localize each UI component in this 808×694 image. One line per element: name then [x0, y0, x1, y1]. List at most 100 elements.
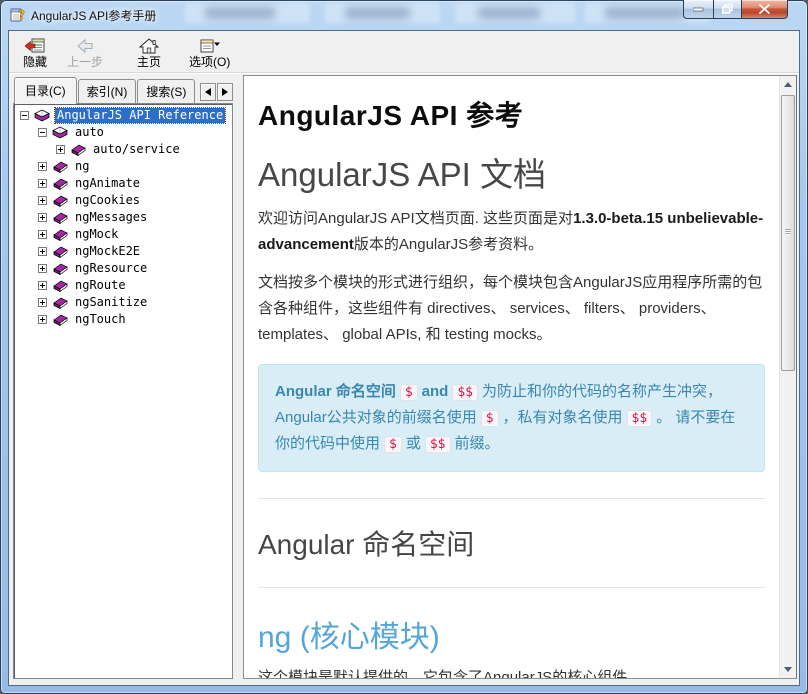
book-closed-icon — [52, 211, 68, 224]
tab-scroll-right-button[interactable] — [217, 83, 233, 101]
book-closed-icon — [52, 177, 68, 190]
book-closed-icon — [52, 313, 68, 326]
home-button-label: 主页 — [137, 55, 161, 69]
tree-item-label: ngSanitize — [73, 295, 149, 310]
tab-contents[interactable]: 目录(C) — [14, 77, 77, 104]
tree-item-auto-service[interactable]: auto/service — [14, 141, 232, 158]
close-icon — [759, 4, 770, 14]
tree-item-ngcookies[interactable]: ngCookies — [14, 192, 232, 209]
code-dollar: $ — [400, 384, 418, 401]
expand-icon[interactable] — [38, 162, 47, 171]
nav-tabbar: 目录(C) 索引(N) 搜索(S) — [11, 75, 235, 103]
tree-indent — [14, 183, 38, 184]
toolbar: 隐藏 上一步 主页 — [9, 31, 799, 73]
scroll-down-button[interactable] — [780, 661, 796, 678]
hide-button[interactable]: 隐藏 — [13, 34, 57, 72]
tree-indent — [14, 285, 38, 286]
document-page: AngularJS API 参考 AngularJS API 文档 欢迎访问An… — [244, 76, 779, 678]
expand-icon[interactable] — [38, 247, 47, 256]
tree-indent — [14, 234, 38, 235]
scrollbar-thumb[interactable] — [781, 95, 795, 371]
book-closed-icon — [52, 194, 68, 207]
expand-icon[interactable] — [56, 145, 65, 154]
scroll-up-button[interactable] — [780, 76, 796, 93]
background-tab-text-blur — [478, 7, 540, 19]
book-closed-icon — [52, 160, 68, 173]
tree-item-ngmock[interactable]: ngMock — [14, 226, 232, 243]
background-tab-text-blur — [205, 7, 275, 19]
book-closed-icon — [52, 245, 68, 258]
tree-item-ng[interactable]: ng — [14, 158, 232, 175]
minimize-icon — [693, 7, 704, 12]
expand-icon[interactable] — [38, 315, 47, 324]
tree-item-label: AngularJS API Reference — [55, 108, 225, 123]
ng-module-heading[interactable]: ng (核心模块) — [258, 612, 765, 656]
expand-icon[interactable] — [38, 230, 47, 239]
restore-button[interactable] — [713, 0, 742, 19]
chm-help-icon: ? — [10, 7, 26, 23]
expand-icon[interactable] — [38, 213, 47, 222]
tree-indent — [14, 251, 38, 252]
home-icon — [139, 38, 159, 54]
book-open-icon — [34, 109, 50, 122]
scrollbar-grip — [785, 229, 791, 235]
home-button[interactable]: 主页 — [127, 34, 171, 72]
infobox-text: ，私有对象名使用 — [503, 409, 623, 426]
title-bar[interactable]: ? AngularJS API参考手册 — [0, 0, 808, 30]
tree-indent — [14, 319, 38, 320]
collapse-icon[interactable] — [20, 111, 29, 120]
tab-search-label: 搜索(S) — [146, 85, 186, 99]
intro-text: 欢迎访问AngularJS API文档页面. 这些页面是对 — [258, 210, 573, 227]
client-area: 隐藏 上一步 主页 — [8, 30, 800, 686]
tree-item-ngroute[interactable]: ngRoute — [14, 277, 232, 294]
tree-indent — [14, 268, 38, 269]
expand-icon[interactable] — [38, 196, 47, 205]
tree-item-label: ngAnimate — [73, 176, 142, 191]
infobox-text: and — [422, 383, 449, 400]
hide-button-label: 隐藏 — [23, 55, 47, 69]
tree-item-ngmessages[interactable]: ngMessages — [14, 209, 232, 226]
infobox-text: 前缀。 — [455, 435, 500, 452]
divider — [258, 587, 765, 588]
background-tab-text-blur — [345, 7, 410, 19]
tree-item-label: ngMessages — [73, 210, 149, 225]
tab-scroll-left-button[interactable] — [200, 83, 216, 101]
collapse-icon[interactable] — [38, 128, 47, 137]
code-dollar: $ — [384, 436, 402, 453]
scroll-up-icon — [784, 82, 792, 87]
tab-index[interactable]: 索引(N) — [78, 79, 137, 103]
expand-icon[interactable] — [38, 179, 47, 188]
book-closed-icon — [70, 143, 86, 156]
expand-icon[interactable] — [38, 264, 47, 273]
tree-item-ngtouch[interactable]: ngTouch — [14, 311, 232, 328]
tree-indent — [14, 132, 38, 133]
tree-item-angularjs-api-reference[interactable]: AngularJS API Reference — [14, 107, 232, 124]
tree-item-label: ngRoute — [73, 278, 128, 293]
page-title: AngularJS API 参考 — [258, 94, 765, 134]
divider — [258, 498, 765, 499]
close-button[interactable] — [742, 0, 788, 19]
hide-panel-icon — [25, 38, 45, 54]
expand-icon[interactable] — [38, 281, 47, 290]
tree-item-nganimate[interactable]: ngAnimate — [14, 175, 232, 192]
modules-paragraph: 文档按多个模块的形式进行组织，每个模块包含AngularJS应用程序所需的包含各… — [258, 270, 765, 348]
tab-search[interactable]: 搜索(S) — [137, 79, 195, 103]
help-viewer-window: ? AngularJS API参考手册 — [0, 0, 808, 694]
back-arrow-icon — [75, 38, 95, 54]
window-controls — [683, 0, 788, 19]
back-button[interactable]: 上一步 — [57, 34, 113, 72]
minimize-button[interactable] — [683, 0, 713, 19]
panel-splitter[interactable] — [235, 75, 243, 679]
options-button[interactable]: 选项(O) — [179, 34, 240, 72]
tree-item-ngsanitize[interactable]: ngSanitize — [14, 294, 232, 311]
infobox-text: Angular 命名空间 — [275, 383, 396, 400]
tree-item-ngresource[interactable]: ngResource — [14, 260, 232, 277]
namespace-section-heading: Angular 命名空间 — [258, 523, 765, 563]
tree-item-auto[interactable]: auto — [14, 124, 232, 141]
code-double-dollar: $$ — [452, 384, 478, 401]
tree-item-ngmocke2e[interactable]: ngMockE2E — [14, 243, 232, 260]
content-scrollbar[interactable] — [779, 76, 796, 678]
svg-text:?: ? — [18, 8, 25, 22]
tree-item-label: ngResource — [73, 261, 149, 276]
expand-icon[interactable] — [38, 298, 47, 307]
